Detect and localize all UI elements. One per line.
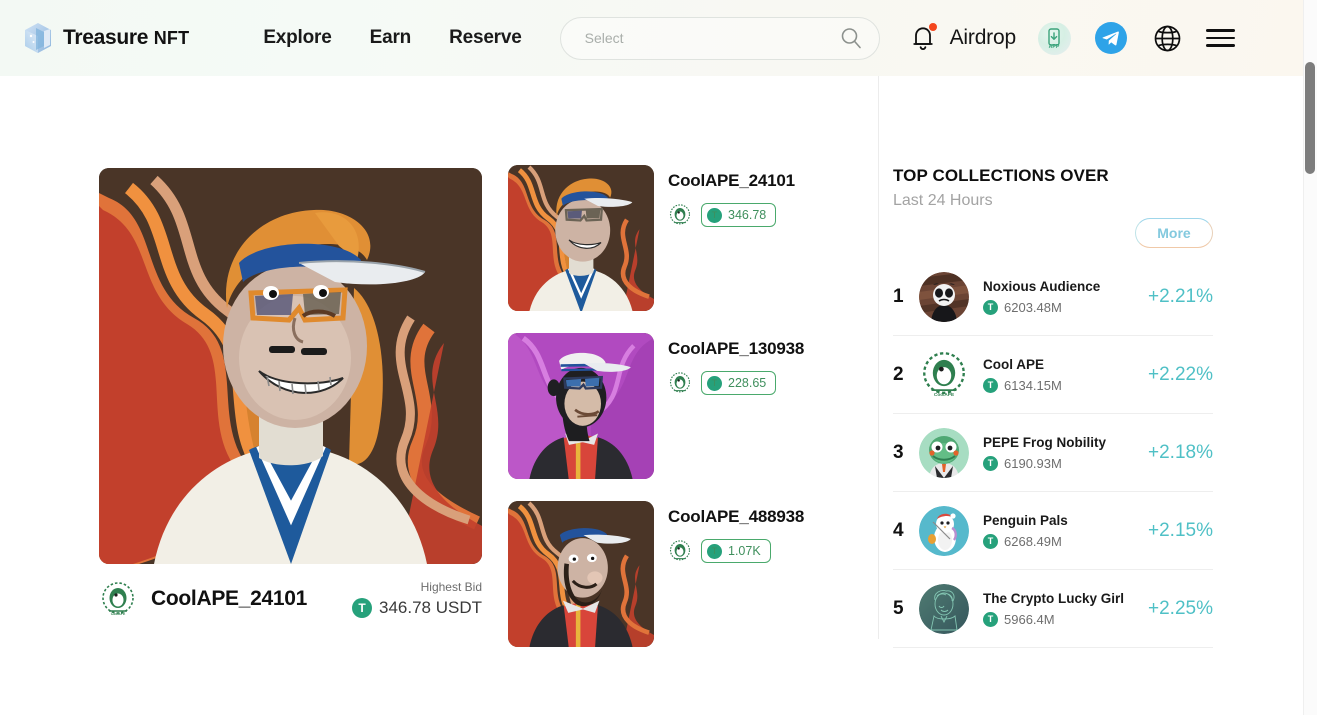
notification-bell-icon[interactable] — [908, 22, 938, 54]
collection-avatar[interactable] — [919, 271, 969, 322]
tether-usdt-icon: T — [707, 543, 722, 559]
tether-usdt-icon: T — [352, 598, 372, 618]
list-item[interactable]: CoolAPE_130938 T 228.65 — [508, 333, 858, 479]
nft-price-value: 346.78 — [728, 208, 767, 222]
nav-item-reserve[interactable]: Reserve — [449, 27, 522, 49]
search-bar[interactable] — [559, 16, 880, 60]
telegram-icon[interactable] — [1094, 22, 1127, 54]
svg-text:CoolAPE: CoolAPE — [934, 392, 954, 398]
nft-price-badge: T 228.65 — [701, 371, 777, 395]
collection-volume: 5966.4M — [1004, 611, 1055, 627]
airdrop-link[interactable]: Airdrop — [950, 26, 1016, 50]
rank-number: 4 — [893, 519, 904, 541]
tether-usdt-icon: T — [983, 377, 998, 393]
globe-language-icon[interactable] — [1153, 24, 1182, 53]
collection-avatar[interactable] — [919, 427, 969, 478]
collection-volume: 6203.48M — [1004, 299, 1062, 315]
nav-item-earn[interactable]: Earn — [370, 27, 412, 49]
svg-text:CoolAPE: CoolAPE — [111, 612, 126, 616]
nft-title: CoolAPE_130938 — [668, 339, 805, 358]
nft-price-value: 1.07K — [728, 544, 761, 558]
collection-avatar[interactable]: CoolAPE — [99, 580, 137, 618]
highest-bid-label: Highest Bid — [420, 580, 482, 594]
search-icon[interactable] — [839, 26, 863, 50]
hamburger-menu-icon[interactable] — [1205, 29, 1235, 47]
collection-avatar[interactable] — [668, 203, 692, 227]
rank-number: 3 — [893, 441, 904, 463]
header-actions: Airdrop APP — [908, 21, 1257, 55]
page-root: Treasure NFT Explore Earn Reserve Select… — [0, 0, 1317, 715]
main-content: CoolAPE CoolAPE_24101 Highest Bid T 346.… — [0, 76, 1303, 715]
collection-change: +2.25% — [1148, 597, 1213, 619]
table-row[interactable]: 2 CoolAPE Cool APE T 6134.15M +2.22% — [893, 336, 1213, 414]
list-item[interactable]: CoolAPE_24101 T 346.78 — [508, 165, 858, 311]
main-nav: Explore Earn Reserve — [263, 27, 522, 49]
featured-nft-title: CoolAPE_24101 — [151, 587, 308, 610]
table-row[interactable]: 3 PEPE Frog Nobility T 6190.93M +2.18% — [893, 414, 1213, 492]
top-collections-panel: TOP COLLECTIONS OVER Last 24 Hours More … — [893, 166, 1213, 648]
nav-item-explore[interactable]: Explore — [263, 27, 331, 49]
collection-avatar[interactable]: CoolAPE — [919, 349, 969, 400]
featured-nft-card[interactable]: CoolAPE CoolAPE_24101 Highest Bid T 346.… — [99, 168, 482, 618]
collection-avatar[interactable] — [668, 371, 692, 395]
notification-badge-dot — [928, 23, 937, 31]
scrollbar-thumb[interactable] — [1305, 62, 1315, 174]
tether-usdt-icon: T — [983, 611, 998, 627]
collection-change: +2.21% — [1148, 285, 1213, 307]
collection-name: Penguin Pals — [983, 512, 1068, 528]
list-item[interactable]: CoolAPE_488938 T 1.07K — [508, 501, 858, 647]
panel-subtitle: Last 24 Hours — [893, 192, 993, 209]
collection-avatar[interactable] — [919, 583, 969, 634]
table-row[interactable]: 4 Penguin Pals T 6268.49M +2.15% — [893, 492, 1213, 570]
featured-nft-meta: CoolAPE CoolAPE_24101 Highest Bid T 346.… — [99, 580, 482, 618]
page-scrollbar[interactable] — [1303, 0, 1317, 715]
highest-bid-value: 346.78 USDT — [379, 598, 482, 617]
collections-ranking-list: 1 Noxious Audience T 6203.48M +2.21% 2 C… — [893, 258, 1213, 648]
collection-volume: 6190.93M — [1004, 455, 1062, 471]
table-row[interactable]: 5 The Crypto Lucky Girl T 5966.4M +2.25% — [893, 570, 1213, 648]
nft-thumbnail-artwork[interactable] — [508, 333, 654, 479]
panel-title: TOP COLLECTIONS OVER — [893, 166, 1109, 185]
site-header: Treasure NFT Explore Earn Reserve Select… — [0, 0, 1303, 76]
tether-usdt-icon: T — [983, 299, 998, 315]
collection-name: Noxious Audience — [983, 278, 1101, 294]
nft-price-value: 228.65 — [728, 376, 767, 390]
featured-nft-artwork[interactable] — [99, 168, 482, 564]
collection-change: +2.18% — [1148, 441, 1213, 463]
collection-avatar[interactable] — [919, 505, 969, 556]
collection-name: Cool APE — [983, 356, 1045, 372]
app-download-icon[interactable]: APP — [1037, 21, 1071, 55]
svg-text:APP: APP — [1049, 44, 1060, 49]
nft-list: CoolAPE_24101 T 346.78 CoolAPE_130938 T … — [508, 165, 858, 669]
brand-name: Treasure NFT — [63, 26, 190, 49]
tether-usdt-icon: T — [707, 207, 722, 223]
collection-name: The Crypto Lucky Girl — [983, 590, 1125, 606]
collection-name: PEPE Frog Nobility — [983, 434, 1107, 450]
rank-number: 1 — [893, 285, 904, 307]
nft-price-badge: T 346.78 — [701, 203, 777, 227]
tether-usdt-icon: T — [983, 533, 998, 549]
rank-number: 5 — [893, 597, 904, 619]
collection-avatar[interactable] — [668, 539, 692, 563]
collection-volume: 6268.49M — [1004, 533, 1062, 549]
treasure-gem-logo-icon — [22, 21, 54, 55]
nft-thumbnail-artwork[interactable] — [508, 501, 654, 647]
table-row[interactable]: 1 Noxious Audience T 6203.48M +2.21% — [893, 258, 1213, 336]
rank-number: 2 — [893, 363, 904, 385]
nft-thumbnail-artwork[interactable] — [508, 165, 654, 311]
tether-usdt-icon: T — [707, 375, 722, 391]
nft-price-badge: T 1.07K — [701, 539, 771, 563]
collection-change: +2.22% — [1148, 363, 1213, 385]
collection-change: +2.15% — [1148, 519, 1213, 541]
more-button[interactable]: More — [1135, 218, 1213, 248]
brand-logo[interactable]: Treasure NFT — [22, 21, 189, 55]
nft-title: CoolAPE_488938 — [668, 507, 805, 526]
nft-title: CoolAPE_24101 — [668, 171, 795, 190]
search-input[interactable] — [584, 30, 839, 46]
highest-bid-block: Highest Bid T 346.78 USDT — [352, 580, 482, 618]
tether-usdt-icon: T — [983, 455, 998, 471]
collection-volume: 6134.15M — [1004, 377, 1062, 393]
